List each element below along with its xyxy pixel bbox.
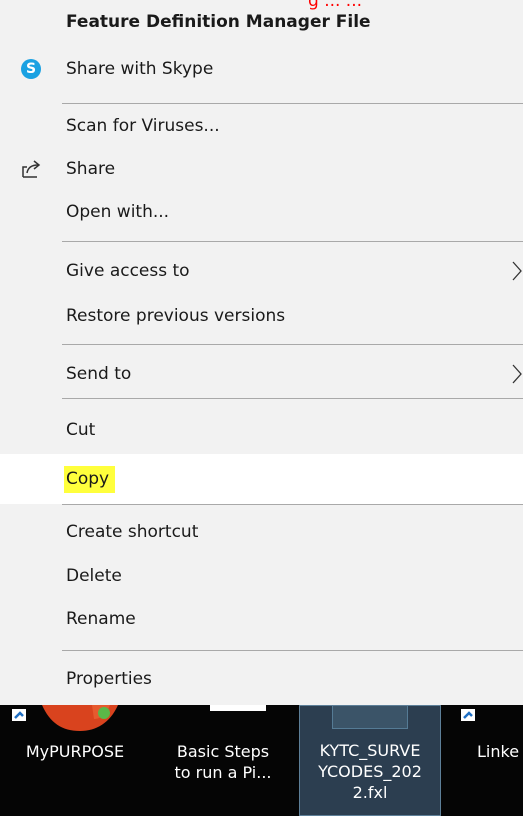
desktop-icon-label: to run a Pi...: [174, 763, 272, 782]
menu-item-label: Send to: [66, 364, 132, 384]
menu-item-label: Share with Skype: [66, 59, 214, 79]
desktop-icon-label: Linke: [477, 742, 520, 761]
skype-icon: S: [20, 58, 42, 80]
mypurpose-app-icon: [12, 705, 118, 731]
desktop-area: MyPURPOSE Basic Steps to run a Pi... KYT…: [0, 705, 523, 816]
menu-item-label: Rename: [66, 609, 136, 629]
menu-item-delete[interactable]: Delete: [0, 556, 523, 596]
menu-item-label: Share: [66, 159, 116, 179]
menu-item-restore-previous-versions[interactable]: Restore previous versions: [0, 296, 523, 336]
menu-separator: [62, 504, 523, 505]
desktop-icon-mypurpose[interactable]: MyPURPOSE: [0, 705, 150, 816]
chevron-right-icon: [510, 362, 523, 386]
menu-item-open-with[interactable]: Open with...: [0, 192, 523, 232]
menu-item-scan-for-viruses[interactable]: Scan for Viruses...: [0, 106, 523, 146]
document-icon: [210, 705, 266, 711]
menu-separator: [62, 241, 523, 242]
share-icon: [20, 158, 42, 180]
desktop-icon-linked[interactable]: Linke: [445, 705, 523, 816]
menu-item-properties[interactable]: Properties: [0, 659, 523, 699]
menu-item-share[interactable]: Share: [0, 149, 523, 189]
menu-separator: [62, 398, 523, 399]
menu-item-label: Create shortcut: [66, 522, 199, 542]
context-menu: g ... ... Feature Definition Manager Fil…: [0, 0, 523, 705]
desktop-icon-label: MyPURPOSE: [25, 742, 125, 761]
desktop-icon-label: 2.fxl: [352, 783, 388, 802]
menu-separator: [62, 650, 523, 651]
menu-item-label: Open with...: [66, 202, 170, 222]
menu-item-label: Copy: [64, 465, 116, 493]
menu-item-create-shortcut[interactable]: Create shortcut: [0, 512, 523, 552]
menu-separator: [62, 103, 523, 104]
menu-item-send-to[interactable]: Send to: [0, 354, 523, 394]
chevron-right-icon: [510, 259, 523, 283]
menu-item-give-access-to[interactable]: Give access to: [0, 251, 523, 291]
menu-item-label: Restore previous versions: [66, 306, 286, 326]
menu-item-rename[interactable]: Rename: [0, 599, 523, 639]
menu-item-label: Delete: [66, 566, 122, 586]
menu-item-share-with-skype[interactable]: S Share with Skype: [0, 49, 523, 89]
menu-item-label: Properties: [66, 669, 152, 689]
menu-header-label: Feature Definition Manager File: [66, 12, 371, 32]
desktop-icon-label: KYTC_SURVE: [319, 741, 421, 760]
menu-header: Feature Definition Manager File: [0, 2, 523, 42]
file-icon: [332, 706, 408, 729]
desktop-icon-label: Basic Steps: [176, 742, 270, 761]
desktop-icon-kytc-surveycodes[interactable]: KYTC_SURVE YCODES_202 2.fxl: [299, 705, 441, 816]
menu-item-label: Give access to: [66, 261, 190, 281]
desktop-icon-basic-steps[interactable]: Basic Steps to run a Pi...: [150, 705, 296, 816]
menu-item-label: Cut: [66, 420, 96, 440]
shortcut-arrow-icon: [461, 709, 475, 721]
menu-item-cut[interactable]: Cut: [0, 410, 523, 450]
menu-item-copy[interactable]: Copy: [0, 454, 523, 504]
desktop-icon-label: YCODES_202: [318, 762, 422, 781]
menu-separator: [62, 344, 523, 345]
menu-item-label: Scan for Viruses...: [66, 116, 220, 136]
